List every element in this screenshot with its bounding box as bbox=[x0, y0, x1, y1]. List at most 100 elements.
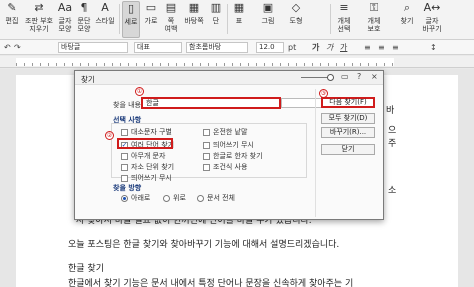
lock-icon: ⚿ bbox=[369, 1, 379, 14]
object-protect-button[interactable]: ⚿ 개체 보호 bbox=[364, 1, 384, 38]
hanja-checkbox[interactable]: 한글로 한자 찾기 bbox=[203, 151, 263, 161]
edit-button[interactable]: ✎ 편집 bbox=[2, 1, 22, 38]
language-select[interactable]: 대표 bbox=[134, 42, 182, 53]
master-page-button[interactable]: ▦ 바탕쪽 bbox=[182, 1, 206, 38]
direction-section-title: 찾을 방향 bbox=[113, 184, 142, 192]
char-shape-icon: Aa bbox=[57, 1, 73, 14]
bold-icon[interactable]: 가 bbox=[312, 42, 319, 53]
slider-handle[interactable] bbox=[327, 74, 334, 81]
radio-dot[interactable] bbox=[163, 194, 170, 202]
checkbox-box[interactable] bbox=[121, 163, 128, 171]
clear-marks-icon: ⇄ bbox=[34, 1, 44, 14]
checkbox-box[interactable] bbox=[203, 163, 210, 171]
char-shape-button[interactable]: Aa 글자 모양 bbox=[56, 1, 74, 38]
jaso-checkbox[interactable]: 자소 단위 찾기 bbox=[121, 162, 174, 172]
shape-button[interactable]: ◇ 도형 bbox=[286, 1, 306, 38]
checkbox-label: 아무개 문자 bbox=[131, 152, 166, 160]
clear-marks-label: 조판 부호 지우기 bbox=[25, 17, 53, 33]
object-select-icon: ≡ bbox=[339, 1, 349, 14]
replace-button[interactable]: A↔ 글자 바꾸기 bbox=[420, 1, 444, 38]
ruler-scale bbox=[16, 58, 394, 66]
checkbox-label: 온전한 낱말 bbox=[213, 128, 248, 136]
column-icon: ▥ bbox=[210, 1, 222, 14]
direction-up-radio[interactable]: 위로 bbox=[163, 193, 186, 203]
radio-dot[interactable] bbox=[121, 194, 128, 202]
radio-dot[interactable] bbox=[197, 194, 204, 202]
object-protect-label: 개체 보호 bbox=[367, 17, 381, 33]
radio-label: 아래로 bbox=[131, 194, 151, 202]
margin-icon: ▤ bbox=[165, 1, 177, 14]
dialog-menu-icon[interactable]: ▭ bbox=[341, 72, 349, 81]
ignore-spacing-checkbox[interactable]: 띄어쓰기 무시 bbox=[203, 140, 254, 150]
checkbox-label: 자소 단위 찾기 bbox=[131, 163, 175, 171]
style-select[interactable]: 바탕글 bbox=[58, 42, 128, 53]
style-label: 스타일 bbox=[95, 17, 115, 25]
checkbox-box[interactable] bbox=[203, 141, 210, 149]
direction-all-radio[interactable]: 문서 전체 bbox=[197, 193, 235, 203]
para-shape-button[interactable]: ¶ 문단 모양 bbox=[75, 1, 93, 38]
ribbon-separator bbox=[330, 4, 331, 34]
match-case-checkbox[interactable]: 대소문자 구별 bbox=[121, 127, 172, 137]
paragraph-icon: ¶ bbox=[80, 1, 88, 14]
font-size-input[interactable]: 12.0 bbox=[256, 42, 284, 53]
ruler bbox=[0, 56, 474, 68]
checkbox-box[interactable] bbox=[203, 152, 210, 160]
checkbox-label: 띄어쓰기 무시 bbox=[213, 141, 254, 149]
find-next-button[interactable]: 다음 찾기(F) bbox=[321, 97, 375, 108]
replace-icon: A↔ bbox=[423, 1, 441, 14]
redo-icon[interactable]: ↷ bbox=[14, 42, 21, 53]
landscape-button[interactable]: ▭ 가로 bbox=[142, 1, 160, 38]
find-all-button[interactable]: 모두 찾기(D) bbox=[321, 113, 375, 124]
search-icon: ⌕ bbox=[403, 1, 411, 14]
margin-label: 쪽 여백 bbox=[164, 17, 178, 33]
edit-label: 편집 bbox=[5, 17, 19, 25]
align-right-icon[interactable]: ≡ bbox=[392, 42, 399, 53]
font-select[interactable]: 함초롬바탕 bbox=[186, 42, 248, 53]
align-center-icon[interactable]: ≡ bbox=[378, 42, 385, 53]
radio-label: 위로 bbox=[173, 194, 186, 202]
undo-icon[interactable]: ↶ bbox=[4, 42, 11, 53]
wildcard-checkbox[interactable]: 아무개 문자 bbox=[121, 151, 165, 161]
checkbox-label: 한글로 한자 찾기 bbox=[213, 152, 263, 160]
margin-button[interactable]: ▤ 쪽 여백 bbox=[162, 1, 180, 38]
whole-word-checkbox[interactable]: 온전한 낱말 bbox=[203, 127, 247, 137]
line-spacing-icon[interactable]: ↕ bbox=[430, 42, 437, 53]
find-input[interactable]: 한글 bbox=[141, 97, 281, 109]
checkbox-box[interactable] bbox=[121, 174, 128, 182]
checkbox-box[interactable] bbox=[203, 128, 210, 136]
find-label: 찾기 bbox=[400, 17, 414, 25]
column-button[interactable]: ▥ 단 bbox=[208, 1, 224, 38]
dialog-title: 찾기 bbox=[81, 75, 95, 84]
dialog-separator bbox=[315, 89, 316, 217]
checkbox-box[interactable] bbox=[121, 128, 128, 136]
format-bar: ↶ ↷ 바탕글 대표 함초롬바탕 12.0 pt 가 가 가 ≡ ≡ ≡ ↕ bbox=[0, 40, 474, 55]
direction-down-radio[interactable]: 아래로 bbox=[121, 193, 150, 203]
replace-button[interactable]: 바꾸기(R)... bbox=[321, 127, 375, 138]
checkbox-label: 조건식 사용 bbox=[213, 163, 248, 171]
find-label: 찾을 내용 bbox=[113, 101, 141, 109]
replace-label: 글자 바꾸기 bbox=[422, 17, 442, 33]
table-button[interactable]: ▦ 표 bbox=[230, 1, 248, 38]
find-dialog: 찾기 ▭ ? × ① 찾을 내용 한글 ▼ ♾ 선택 사항 ② 대소문자 구별 … bbox=[74, 70, 384, 220]
dialog-titlebar[interactable]: 찾기 ▭ ? × bbox=[75, 71, 383, 85]
portrait-button[interactable]: ▯ 세로 bbox=[122, 1, 140, 38]
clear-marks-button[interactable]: ⇄ 조판 부호 지우기 bbox=[24, 1, 54, 38]
ignore-space-checkbox[interactable]: 띄어쓰기 무시 bbox=[121, 173, 172, 183]
style-button[interactable]: A 스타일 bbox=[94, 1, 116, 38]
ribbon-separator bbox=[119, 4, 120, 34]
align-icon[interactable]: ≡ bbox=[364, 42, 371, 53]
regex-checkbox[interactable]: 조건식 사용 bbox=[203, 162, 247, 172]
shape-icon: ◇ bbox=[291, 1, 301, 14]
italic-icon[interactable]: 가 bbox=[326, 42, 333, 53]
find-button[interactable]: ⌕ 찾기 bbox=[398, 1, 416, 38]
landscape-icon: ▭ bbox=[145, 1, 157, 14]
underline-icon[interactable]: 가 bbox=[340, 42, 347, 53]
close-button[interactable]: 닫기 bbox=[321, 144, 375, 155]
close-icon[interactable]: × bbox=[371, 72, 378, 81]
object-select-button[interactable]: ≡ 개체 선택 bbox=[334, 1, 354, 38]
multi-word-highlight bbox=[117, 138, 173, 149]
char-shape-label: 글자 모양 bbox=[58, 17, 72, 33]
picture-button[interactable]: ▣ 그림 bbox=[258, 1, 278, 38]
checkbox-box[interactable] bbox=[121, 152, 128, 160]
help-icon[interactable]: ? bbox=[357, 72, 361, 81]
